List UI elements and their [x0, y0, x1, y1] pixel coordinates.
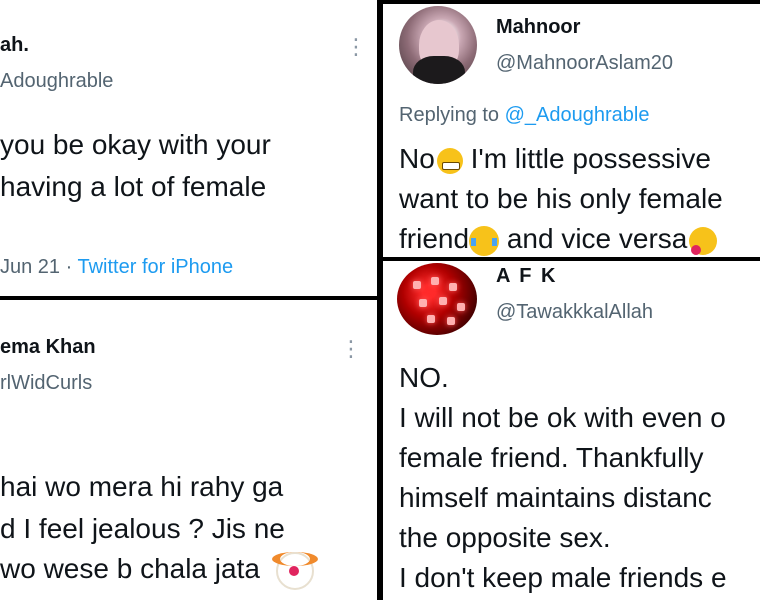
- tweet-text-line: hai wo mera hi rahy ga: [0, 471, 284, 502]
- tweet-text-line: friend and vice versa: [399, 218, 718, 257]
- author-name[interactable]: Mahnoor: [496, 16, 580, 39]
- avatar-light: [457, 303, 465, 311]
- replying-handle-link[interactable]: @_Adoughrable: [505, 104, 650, 126]
- tweet-text-line: the opposite sex.: [399, 522, 611, 553]
- face-with-tears-of-joy-emoji-icon: [469, 225, 500, 256]
- tweet-date[interactable]: Jun 21: [0, 256, 60, 278]
- more-options-icon[interactable]: ⋮: [345, 36, 367, 58]
- avatar-light: [449, 283, 457, 291]
- tweet-text-line: d I feel jealous ? Jis ne: [0, 513, 285, 544]
- author-handle[interactable]: Adoughrable: [0, 70, 113, 93]
- tweet-bottom-left: ema Khan rlWidCurls ⋮ hai wo mera hi rah…: [0, 300, 377, 600]
- avatar-light: [431, 277, 439, 285]
- more-options-icon[interactable]: ⋮: [340, 338, 362, 360]
- smiling-face-with-hearts-emoji-icon: [689, 226, 718, 255]
- avatar-figure-body: [413, 56, 465, 84]
- author-handle[interactable]: rlWidCurls: [0, 372, 92, 395]
- author-name[interactable]: ah.: [0, 34, 29, 57]
- author-handle[interactable]: @MahnoorAslam20: [496, 52, 673, 75]
- tweet-top-left: ah. Adoughrable ⋮ you be okay with your …: [0, 0, 377, 296]
- tweet-text-line: female friend. Thankfully: [399, 442, 704, 473]
- clown-face-emoji-icon: [271, 551, 318, 590]
- tweet-text-line: want to be his only female: [399, 183, 723, 214]
- tweet-text-segment: and vice versa: [499, 223, 688, 254]
- tweet-top-right: Mahnoor @MahnoorAslam20 Replying to @_Ad…: [383, 4, 760, 257]
- meta-separator: ·: [65, 256, 73, 278]
- tweet-text-segment: I'm little possessive: [462, 143, 711, 174]
- tweet-text-line: having a lot of female: [0, 171, 267, 202]
- grimacing-face-emoji-icon: [436, 147, 463, 174]
- avatar-light: [413, 281, 421, 289]
- tweet-text-line: I don't keep male friends e: [399, 562, 727, 593]
- avatar[interactable]: [397, 263, 477, 335]
- tweet-text-line: himself maintains distanc: [399, 482, 712, 513]
- replying-label: Replying to: [399, 104, 500, 126]
- tweet-text-line: wo wese b chala jata: [0, 548, 318, 590]
- author-name[interactable]: ema Khan: [0, 336, 96, 359]
- tweet-text-line: you be okay with your: [0, 129, 271, 160]
- author-name[interactable]: A F K: [496, 265, 557, 288]
- avatar[interactable]: [399, 6, 477, 84]
- avatar-light: [419, 299, 427, 307]
- tweet-text-line: NO.: [399, 362, 449, 393]
- tweet-source[interactable]: Twitter for iPhone: [78, 256, 234, 278]
- avatar-light: [447, 317, 455, 325]
- avatar-light: [427, 315, 435, 323]
- tweet-bottom-right: A F K @TawakkkalAllah NO. I will not be …: [383, 261, 760, 600]
- avatar-light: [439, 297, 447, 305]
- tweet-text-line: I will not be ok with even o: [399, 402, 726, 433]
- tweet-text-line: No I'm little possessive: [399, 138, 711, 180]
- tweet-text-segment: friend: [399, 223, 470, 254]
- replying-to: Replying to @_Adoughrable: [399, 104, 649, 127]
- tweet-meta: Jun 21 · Twitter for iPhone: [0, 256, 233, 279]
- tweet-text-segment: wo wese b chala jata: [0, 553, 260, 584]
- author-handle[interactable]: @TawakkkalAllah: [496, 301, 653, 324]
- tweet-text-segment: No: [399, 143, 435, 174]
